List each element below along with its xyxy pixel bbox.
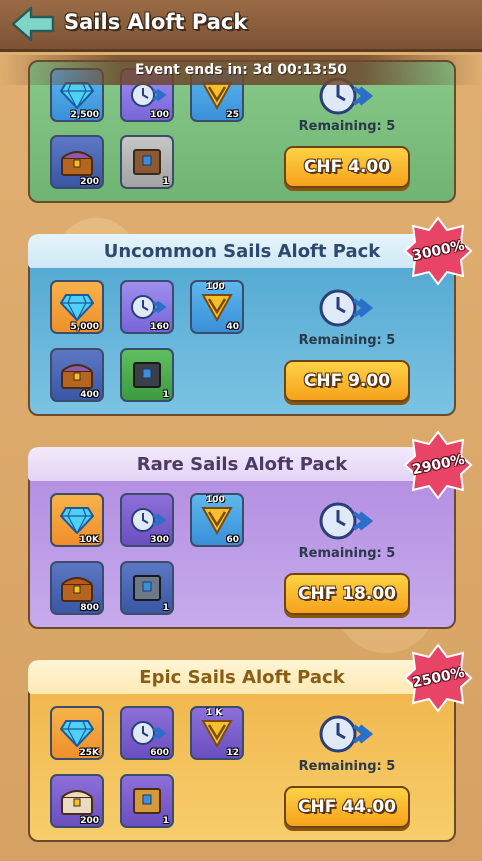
pack-title: Epic Sails Aloft Pack	[28, 660, 456, 694]
reward-item[interactable]: 1	[120, 348, 174, 402]
remaining-label: Remaining: 5	[298, 333, 396, 348]
reward-item[interactable]: 100 40	[190, 280, 244, 334]
buy-button[interactable]: CHF 4.00	[284, 146, 410, 188]
remaining-label: Remaining: 5	[298, 759, 396, 774]
speedup-clock-icon	[131, 721, 167, 745]
crate-icon	[133, 788, 161, 814]
pack-card-rare: Rare Sails Aloft Pack 10K 300 100 60 800…	[28, 447, 456, 629]
back-button[interactable]	[10, 4, 56, 44]
treasure-chest-icon	[61, 790, 93, 815]
reward-item[interactable]: 1	[120, 135, 174, 189]
item-count: 1	[162, 390, 169, 400]
discount-badge: 3000%	[403, 216, 473, 286]
speedup-clock-icon	[131, 508, 167, 532]
discount-badge: 2900%	[403, 430, 473, 500]
speedup-clock-icon	[131, 295, 167, 319]
item-count: 60	[226, 535, 239, 545]
reward-item[interactable]: 200	[50, 774, 104, 828]
reward-item[interactable]: 300	[120, 493, 174, 547]
item-count: 2,500	[70, 110, 99, 120]
diamond-icon	[60, 294, 94, 321]
reward-item[interactable]: 400	[50, 348, 104, 402]
reward-item[interactable]: 25K	[50, 706, 104, 760]
discount-badge: 2500%	[403, 643, 473, 713]
item-count: 160	[150, 322, 169, 332]
diamond-icon	[60, 720, 94, 747]
event-timer: Event ends in: 3d 00:13:50	[0, 55, 482, 85]
speedup-clock-icon	[319, 289, 374, 327]
back-arrow-icon	[11, 6, 55, 42]
treasure-chest-icon	[61, 577, 93, 602]
diamond-icon	[60, 507, 94, 534]
item-count: 1	[162, 816, 169, 826]
remaining-label: Remaining: 5	[298, 546, 396, 561]
item-count: 1	[162, 603, 169, 613]
item-count: 200	[80, 816, 99, 826]
crate-icon	[133, 575, 161, 601]
item-count: 5,000	[70, 322, 99, 332]
diamond-icon	[60, 82, 94, 109]
reward-item[interactable]: 1 K 12	[190, 706, 244, 760]
reward-item[interactable]: 100 60	[190, 493, 244, 547]
v-token-icon	[201, 294, 233, 322]
reward-item[interactable]: 600	[120, 706, 174, 760]
reward-item[interactable]: 10K	[50, 493, 104, 547]
crate-icon	[133, 362, 161, 388]
pack-title: Uncommon Sails Aloft Pack	[28, 234, 456, 268]
remaining-label: Remaining: 5	[298, 119, 396, 134]
item-count: 300	[150, 535, 169, 545]
item-top-count: 100	[206, 495, 225, 505]
reward-item[interactable]: 5,000	[50, 280, 104, 334]
treasure-chest-icon	[61, 151, 93, 176]
buy-button[interactable]: CHF 9.00	[284, 360, 410, 402]
pack-card-epic: Epic Sails Aloft Pack 25K 600 1 K 12 200…	[28, 660, 456, 842]
item-count: 40	[226, 322, 239, 332]
v-token-icon	[201, 720, 233, 748]
speedup-clock-icon	[319, 502, 374, 540]
top-bar: Sails Aloft Pack	[0, 0, 482, 52]
crate-icon	[133, 149, 161, 175]
reward-item[interactable]: 200	[50, 135, 104, 189]
pack-title: Rare Sails Aloft Pack	[28, 447, 456, 481]
item-count: 12	[226, 748, 239, 758]
treasure-chest-icon	[61, 364, 93, 389]
buy-button[interactable]: CHF 18.00	[284, 573, 410, 615]
reward-item[interactable]: 1	[120, 561, 174, 615]
reward-item[interactable]: 800	[50, 561, 104, 615]
item-count: 800	[80, 603, 99, 613]
buy-button[interactable]: CHF 44.00	[284, 786, 410, 828]
item-count: 1	[162, 177, 169, 187]
reward-item[interactable]: 1	[120, 774, 174, 828]
page-title: Sails Aloft Pack	[64, 10, 248, 34]
item-count: 400	[80, 390, 99, 400]
v-token-icon	[201, 507, 233, 535]
reward-item[interactable]: 160	[120, 280, 174, 334]
item-count: 200	[80, 177, 99, 187]
item-top-count: 1 K	[206, 708, 223, 718]
item-count: 10K	[79, 535, 100, 545]
speedup-clock-icon	[319, 715, 374, 753]
pack-card-uncommon: Uncommon Sails Aloft Pack 5,000 160 100 …	[28, 234, 456, 416]
item-count: 600	[150, 748, 169, 758]
item-count: 100	[150, 110, 169, 120]
item-count: 25	[226, 110, 239, 120]
item-count: 25K	[79, 748, 100, 758]
item-top-count: 100	[206, 282, 225, 292]
